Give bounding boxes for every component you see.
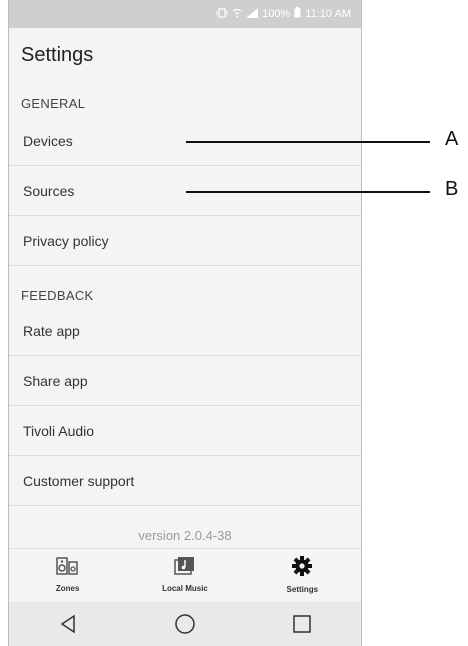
status-bar: 100% 11:10 AM [9, 0, 361, 28]
vibrate-icon [216, 7, 228, 21]
callout-label-b: B [445, 178, 459, 200]
tab-settings-label: Settings [286, 585, 319, 594]
settings-item-privacy-policy[interactable]: Privacy policy [9, 217, 361, 266]
section-header-feedback: FEEDBACK [21, 288, 94, 303]
clock: 11:10 AM [305, 8, 351, 20]
wifi-icon [232, 8, 242, 21]
speaker-icon [55, 556, 81, 581]
battery-percent: 100% [262, 8, 291, 20]
gear-icon [291, 555, 313, 582]
signal-icon [246, 7, 259, 21]
callout-label-a: A [445, 128, 459, 150]
tab-settings[interactable]: Settings [257, 555, 347, 594]
home-button[interactable] [165, 609, 205, 639]
recents-square-icon [293, 615, 312, 633]
page-title: Settings [21, 44, 94, 66]
bottom-tab-bar: Zones Local Music Settings [9, 548, 361, 600]
callout-line-b [186, 191, 430, 193]
app-version: version 2.0.4-38 [138, 528, 232, 543]
tab-local-music-label: Local Music [162, 584, 208, 593]
music-library-icon [173, 556, 197, 581]
back-triangle-icon [60, 614, 75, 634]
back-button[interactable] [48, 609, 88, 639]
section-header-general: GENERAL [21, 96, 86, 111]
phone-screen: 100% 11:10 AM Settings GENERAL Devices S… [8, 0, 362, 646]
battery-icon [294, 7, 301, 21]
settings-item-customer-support[interactable]: Customer support [9, 457, 361, 506]
android-nav-bar [9, 602, 361, 646]
tab-local-music[interactable]: Local Music [140, 556, 230, 593]
home-circle-icon [175, 614, 195, 634]
callout-line-a [186, 141, 430, 143]
tab-zones[interactable]: Zones [23, 556, 113, 593]
settings-item-share-app[interactable]: Share app [9, 357, 361, 406]
recents-button[interactable] [282, 609, 322, 639]
settings-item-tivoli-audio[interactable]: Tivoli Audio [9, 407, 361, 456]
settings-item-rate-app[interactable]: Rate app [9, 307, 361, 356]
tab-zones-label: Zones [55, 584, 80, 593]
